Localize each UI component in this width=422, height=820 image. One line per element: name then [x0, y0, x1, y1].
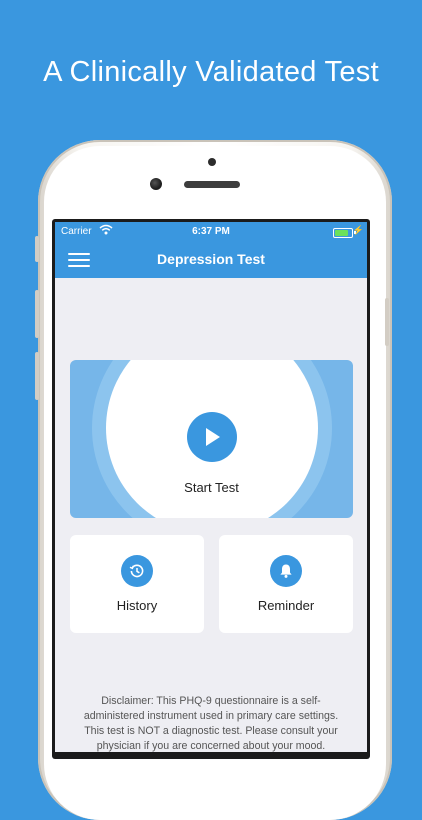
- bell-icon: [270, 555, 302, 587]
- volume-up-button: [35, 290, 39, 338]
- proximity-sensor: [208, 158, 216, 166]
- reminder-label: Reminder: [257, 598, 315, 613]
- power-button: [385, 298, 389, 346]
- start-test-button[interactable]: Start Test: [70, 360, 353, 518]
- volume-down-button: [35, 352, 39, 400]
- reminder-button[interactable]: Reminder: [219, 535, 353, 633]
- app-screen: Carrier 6:37 PM ⚡ Depression Test Start …: [55, 222, 367, 752]
- battery-icon: [333, 228, 353, 238]
- status-bar: Carrier 6:37 PM ⚡: [55, 222, 367, 242]
- page-title: Depression Test: [157, 251, 265, 267]
- status-time: 6:37 PM: [192, 226, 230, 237]
- battery-level: [335, 230, 348, 236]
- earpiece-speaker: [184, 181, 240, 188]
- disclaimer-text: Disclaimer: This PHQ-9 questionnaire is …: [83, 695, 339, 752]
- charging-icon: ⚡: [352, 225, 364, 235]
- mute-switch: [35, 236, 39, 262]
- history-label: History: [116, 598, 158, 613]
- headline: A Clinically Validated Test: [43, 56, 379, 88]
- start-test-label: Start Test: [184, 480, 239, 495]
- history-icon: [121, 555, 153, 587]
- history-button[interactable]: History: [70, 535, 204, 633]
- nav-bar: Depression Test: [55, 242, 367, 278]
- play-icon[interactable]: [187, 412, 237, 462]
- front-camera: [150, 178, 162, 190]
